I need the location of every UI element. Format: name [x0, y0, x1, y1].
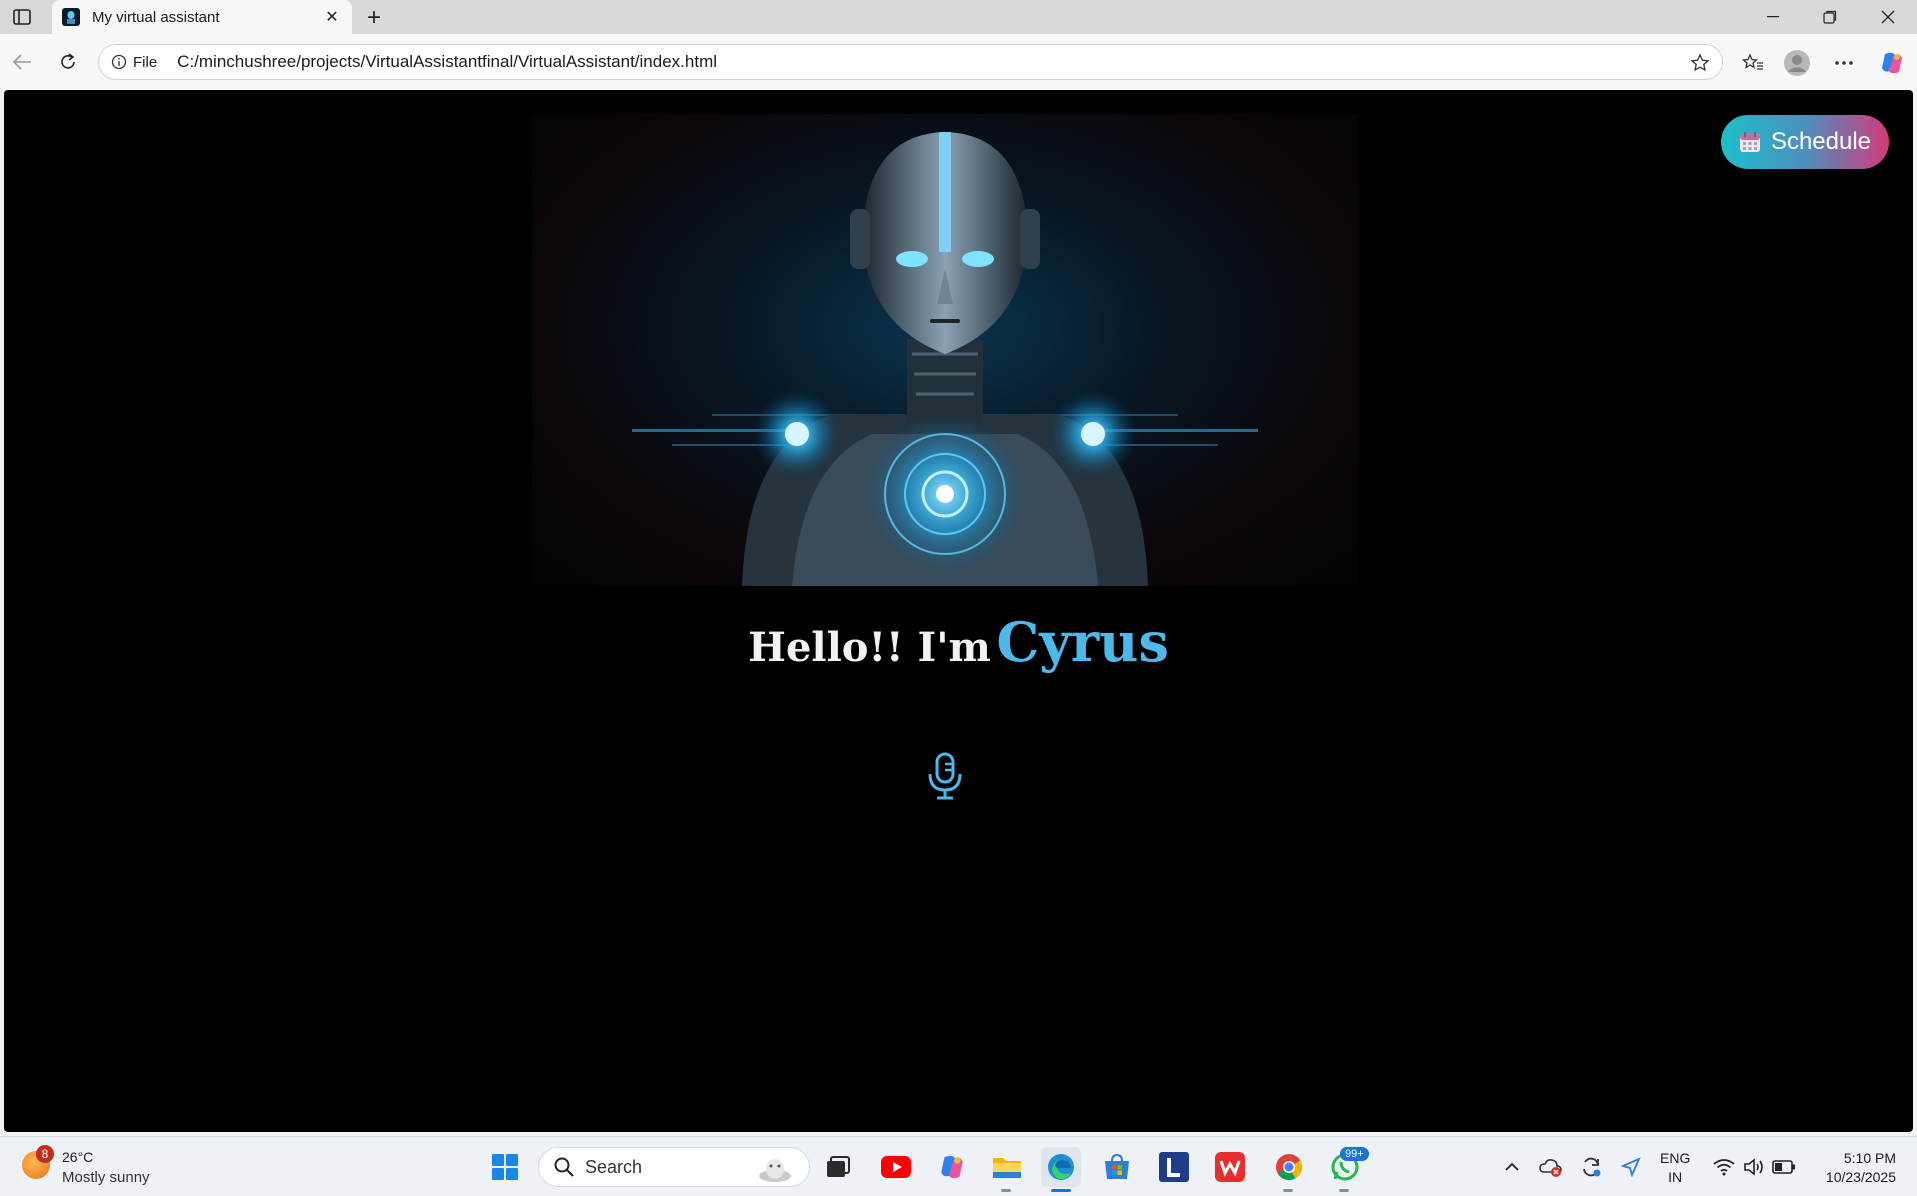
onedrive-error-icon[interactable]: [1539, 1155, 1563, 1179]
weather-temperature: 26°C: [62, 1149, 94, 1165]
more-options-icon[interactable]: [1829, 48, 1859, 78]
file-explorer-icon[interactable]: [987, 1147, 1027, 1187]
l-app-icon[interactable]: [1154, 1147, 1194, 1187]
chrome-running-indicator: [1283, 1189, 1293, 1192]
back-icon[interactable]: [8, 48, 36, 76]
greeting-heading: Hello!! I'm Cyrus: [4, 610, 1913, 674]
copilot-icon[interactable]: [1877, 48, 1907, 78]
search-icon: [554, 1157, 574, 1177]
weather-badge: 8: [36, 1145, 54, 1163]
taskbar-search[interactable]: Search: [538, 1147, 810, 1187]
calendar-icon: [1739, 132, 1760, 152]
input-language[interactable]: ENG IN: [1660, 1149, 1690, 1187]
clock-time: 5:10 PM: [1843, 1150, 1896, 1166]
clock-date: 10/23/2025: [1825, 1169, 1896, 1185]
microphone-icon[interactable]: [922, 750, 968, 802]
start-icon[interactable]: [485, 1147, 525, 1187]
tab-title: My virtual assistant: [92, 8, 220, 26]
clock[interactable]: 5:10 PM 10/23/2025: [1808, 1149, 1896, 1187]
search-highlight-image: [759, 1159, 791, 1182]
whatsapp-badge: 99+: [1340, 1147, 1369, 1161]
microsoft-store-icon[interactable]: [1097, 1147, 1137, 1187]
add-favorite-star-icon[interactable]: [1688, 51, 1712, 75]
close-tab-icon[interactable]: ✕: [322, 7, 342, 27]
whatsapp-running-indicator: [1339, 1189, 1349, 1192]
weather-widget[interactable]: 8 26°C Mostly sunny: [22, 1145, 182, 1189]
site-info-button[interactable]: File: [111, 54, 157, 71]
battery-icon[interactable]: [1772, 1155, 1796, 1179]
favorites-icon[interactable]: [1738, 48, 1768, 78]
edge-active-indicator: [1051, 1189, 1071, 1192]
file-explorer-running-indicator: [1001, 1189, 1011, 1192]
new-tab-icon[interactable]: +: [360, 4, 388, 32]
info-icon: [111, 54, 127, 70]
weather-condition: Mostly sunny: [62, 1169, 150, 1186]
volume-icon[interactable]: [1742, 1155, 1766, 1179]
assistant-robot-image: [532, 114, 1358, 586]
language-region: IN: [1668, 1169, 1683, 1185]
task-view-icon[interactable]: [818, 1147, 858, 1187]
refresh-icon[interactable]: [54, 48, 82, 76]
language-code: ENG: [1660, 1150, 1691, 1166]
profile-avatar-icon[interactable]: [1782, 48, 1812, 78]
restore-icon[interactable]: [1802, 0, 1858, 34]
sidebar-toggle-icon[interactable]: [10, 6, 34, 28]
show-hidden-icons-chevron-icon[interactable]: [1500, 1155, 1524, 1179]
search-label: Search: [585, 1156, 643, 1177]
greeting-text: Hello!! I'm: [748, 624, 991, 671]
url-text[interactable]: C:/minchushree/projects/VirtualAssistant…: [177, 52, 717, 72]
chrome-icon[interactable]: [1269, 1147, 1309, 1187]
assistant-name: Cyrus: [996, 610, 1169, 674]
wifi-icon[interactable]: [1712, 1155, 1736, 1179]
sync-icon[interactable]: [1579, 1155, 1603, 1179]
schedule-button[interactable]: Schedule: [1721, 115, 1889, 169]
location-icon[interactable]: [1619, 1155, 1643, 1179]
close-window-icon[interactable]: [1860, 0, 1916, 34]
tab-strip: My virtual assistant ✕ +: [0, 0, 1917, 34]
youtube-icon[interactable]: [876, 1147, 916, 1187]
robot-favicon-icon: [62, 8, 80, 26]
taskbar: 8 26°C Mostly sunny Search 99+ ENG IN 5:…: [0, 1136, 1917, 1196]
wps-office-icon[interactable]: [1210, 1147, 1250, 1187]
minimize-icon[interactable]: [1745, 0, 1801, 34]
copilot-app-icon[interactable]: [932, 1147, 972, 1187]
edge-icon[interactable]: [1041, 1147, 1081, 1187]
site-info-label: File: [133, 53, 158, 71]
address-bar[interactable]: File C:/minchushree/projects/VirtualAssi…: [98, 44, 1723, 80]
browser-tab[interactable]: My virtual assistant ✕: [52, 0, 352, 34]
page-viewport: Hello!! I'm Cyrus Schedule: [4, 90, 1913, 1132]
browser-toolbar: File C:/minchushree/projects/VirtualAssi…: [0, 34, 1917, 90]
schedule-button-label: Schedule: [1770, 128, 1872, 155]
